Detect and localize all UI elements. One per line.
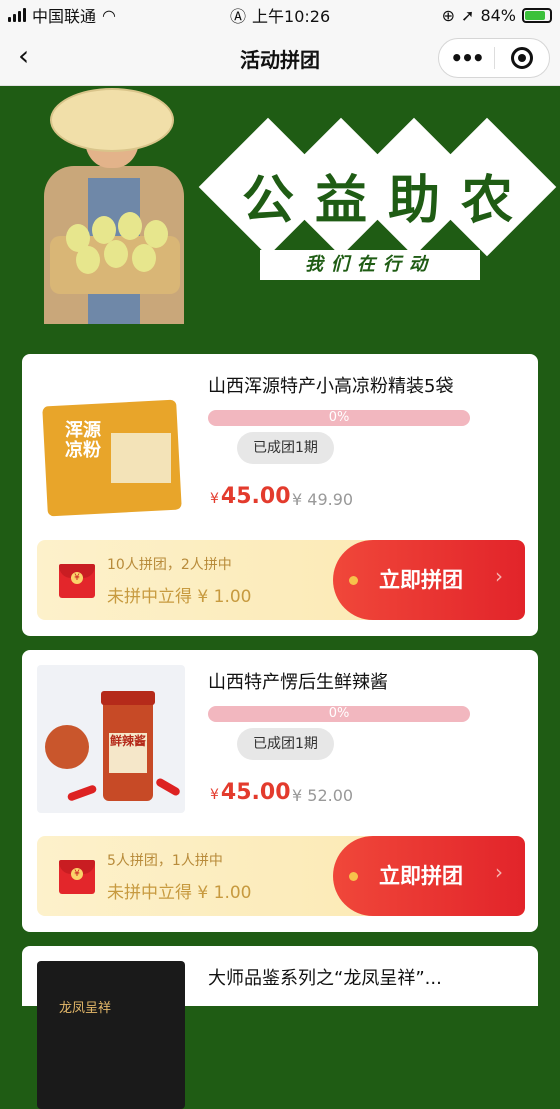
battery-percent: 84% — [480, 5, 516, 25]
banner-char: 农 — [460, 170, 513, 231]
join-group-button[interactable]: 立即拼团 › — [333, 836, 525, 916]
product-card[interactable]: 鲜辣酱 山西特产愣后生鲜辣酱 0% 已成团1期 ¥45.00 ¥ 52.00 ¥… — [22, 650, 538, 932]
product-name[interactable]: 山西特产愣后生鲜辣酱 — [208, 668, 518, 694]
product-image-label: 龙凤呈祥 — [59, 1001, 112, 1016]
mini-program-capsule: ••• — [438, 38, 550, 78]
nav-bar: ‹ 活动拼团 ••• — [0, 30, 560, 86]
target-icon — [510, 47, 533, 69]
carrier: 中国联通 — [32, 7, 97, 26]
consolation-reward: 未拼中立得 ¥ 1.00 — [107, 587, 252, 607]
product-image[interactable]: 鲜辣酱 — [37, 665, 185, 813]
rotation-lock-icon: ⊕ — [441, 5, 456, 25]
group-price: ¥45.00 — [210, 780, 291, 805]
close-button[interactable] — [495, 47, 549, 69]
product-card[interactable]: 龙凤呈祥 大师品鉴系列之“龙凤呈祥”... — [22, 946, 538, 1109]
red-envelope-icon: ¥ — [59, 564, 95, 598]
product-name[interactable]: 山西浑源特产小高凉粉精装5袋 — [208, 372, 518, 398]
join-group-label: 立即拼团 — [379, 568, 463, 592]
group-rule: 5人拼团，1人拼中 — [107, 853, 223, 869]
progress-bar: 0% — [208, 410, 470, 426]
group-buy-bar: ¥ 10人拼团，2人拼中 未拼中立得 ¥ 1.00 立即拼团 › — [37, 540, 525, 620]
product-image-label: 鲜辣酱 — [109, 733, 147, 773]
product-card[interactable]: 浑源凉粉 山西浑源特产小高凉粉精装5袋 0% 已成团1期 ¥45.00 ¥ 49… — [22, 354, 538, 636]
join-group-button[interactable]: 立即拼团 › — [333, 540, 525, 620]
product-image-label: 浑源凉粉 — [65, 420, 101, 461]
promo-banner: 公 益 助 农 我们在行动 — [0, 86, 560, 346]
groups-badge: 已成团1期 — [237, 432, 334, 464]
progress-bar: 0% — [208, 706, 470, 722]
original-price: ¥ 49.90 — [292, 490, 354, 509]
group-buy-bar: ¥ 5人拼团，1人拼中 未拼中立得 ¥ 1.00 立即拼团 › — [37, 836, 525, 916]
join-group-label: 立即拼团 — [379, 864, 463, 888]
product-image[interactable]: 龙凤呈祥 — [37, 961, 185, 1109]
product-name[interactable]: 大师品鉴系列之“龙凤呈祥”... — [208, 964, 518, 990]
farmer-illustration — [40, 86, 200, 326]
wifi-icon: ◠ — [102, 5, 116, 25]
banner-slogan: 我们在行动 — [260, 250, 480, 280]
group-rule: 10人拼团，2人拼中 — [107, 557, 232, 573]
chevron-right-icon: › — [495, 564, 503, 588]
location-arrow-icon: ➚ — [461, 5, 475, 25]
battery-icon — [522, 7, 552, 23]
clock: 上午10:26 — [252, 7, 331, 26]
red-envelope-icon: ¥ — [59, 860, 95, 894]
consolation-reward: 未拼中立得 ¥ 1.00 — [107, 883, 252, 903]
status-bar: 中国联通 ◠ Ⓐ 上午10:26 ⊕ ➚ 84% — [0, 0, 560, 30]
original-price: ¥ 52.00 — [292, 786, 354, 805]
more-menu-button[interactable]: ••• — [439, 46, 494, 70]
groups-badge: 已成团1期 — [237, 728, 334, 760]
product-image[interactable]: 浑源凉粉 — [37, 369, 185, 517]
location-badge-icon: Ⓐ — [230, 7, 247, 26]
signal-icon — [8, 8, 26, 22]
chevron-right-icon: › — [495, 860, 503, 884]
group-price: ¥45.00 — [210, 484, 291, 509]
